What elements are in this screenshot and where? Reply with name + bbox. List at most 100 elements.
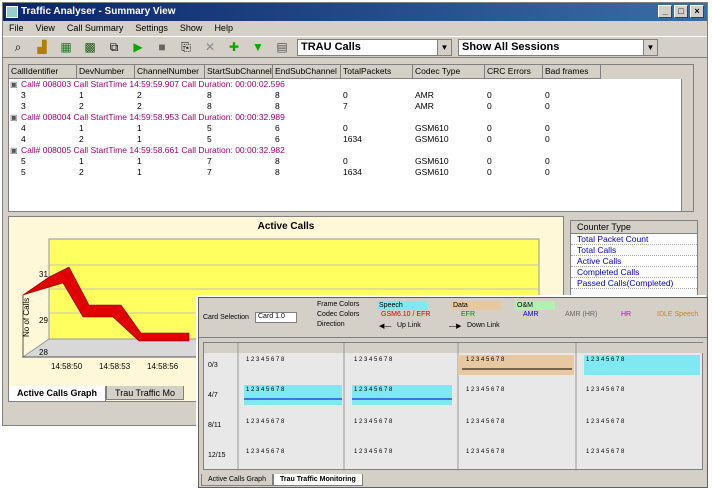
table-cell: 3 (21, 101, 26, 111)
menu-settings[interactable]: Settings (135, 21, 168, 36)
chevron-down-icon[interactable]: ▼ (643, 39, 657, 55)
x-tick: 14:58:56 (147, 362, 179, 371)
menu-call-summary[interactable]: Call Summary (67, 21, 124, 36)
tab-active-calls-graph[interactable]: Active Calls Graph (201, 474, 273, 486)
search-icon[interactable]: ⌕ (9, 38, 27, 56)
close-button[interactable]: × (690, 5, 704, 18)
table-row[interactable]: 5 1 1 7 8 0 GSM610 0 0 (9, 156, 693, 167)
filter-icon[interactable]: ▼ (249, 38, 267, 56)
table-cell: 1 (137, 156, 142, 166)
copy-icon[interactable]: ⧉ (105, 38, 123, 56)
table-cell: GSM610 (415, 167, 449, 177)
table-cell: 8 (275, 167, 280, 177)
table-cell: AMR (415, 90, 434, 100)
table-cell: 4 (21, 123, 26, 133)
trau-grid-canvas: 0/3 4/7 8/11 12/15 1 2 3 4 5 6 7 8 1 2 3… (204, 343, 704, 471)
downlink-label: Down Link (467, 322, 500, 329)
stop-icon[interactable]: ■ (153, 38, 171, 56)
table-cell: 1634 (343, 134, 362, 144)
table-cell: 5 (207, 123, 212, 133)
table-cell: 0 (545, 101, 550, 111)
call-group-header[interactable]: Call# 008005 Call StartTime 14:59:58.661… (9, 145, 693, 156)
direction-label: Direction (317, 321, 345, 328)
subchannel-numbers: 1 2 3 4 5 6 7 8 (354, 449, 393, 455)
counter-item[interactable]: Total Packet Count (571, 234, 697, 245)
find-icon[interactable]: ⎘ (177, 38, 195, 56)
call-type-select[interactable]: TRAU Calls ▼ (297, 38, 452, 56)
table-row[interactable]: 4 2 1 5 6 1634 GSM610 0 0 (9, 134, 693, 145)
column-header[interactable]: StartSubChannel (205, 65, 273, 79)
table-cell: 0 (487, 123, 492, 133)
table-cell: 8 (275, 156, 280, 166)
session-select[interactable]: Show All Sessions ▼ (458, 38, 658, 56)
codec-amr: AMR (523, 311, 539, 318)
play-icon[interactable]: ▶ (129, 38, 147, 56)
table-cell: 2 (79, 101, 84, 111)
menu-help[interactable]: Help (214, 21, 233, 36)
grid-header (204, 343, 704, 353)
window-title: Traffic Analyser - Summary View (21, 6, 176, 17)
trau-monitoring-window: Card Selection Card 1.0 Frame Colors Cod… (198, 297, 708, 488)
column-header[interactable]: ChannelNumber (135, 65, 205, 79)
table-cell: 0 (545, 90, 550, 100)
column-header[interactable]: EndSubChannel (273, 65, 341, 79)
subchannel-numbers: 1 2 3 4 5 6 7 8 (246, 387, 285, 393)
subchannel-numbers: 1 2 3 4 5 6 7 8 (466, 449, 505, 455)
table-cell: 2 (79, 167, 84, 177)
menu-show[interactable]: Show (180, 21, 203, 36)
call-type-value: TRAU Calls (301, 40, 361, 53)
legend-panel: Card Selection Card 1.0 Frame Colors Cod… (199, 298, 707, 338)
row-label: 8/11 (208, 422, 221, 429)
table-cell: 0 (545, 156, 550, 166)
export-icon[interactable]: ▦ (57, 38, 75, 56)
column-header[interactable]: Bad frames (543, 65, 601, 79)
subchannel-numbers: 1 2 3 4 5 6 7 8 (586, 387, 625, 393)
calls-table: CallIdentifier DevNumber ChannelNumber Star… (8, 64, 694, 212)
delete-icon[interactable]: ✕ (201, 38, 219, 56)
menu-file[interactable]: File (9, 21, 24, 36)
table-cell: 7 (207, 156, 212, 166)
table-cell: 8 (275, 101, 280, 111)
trau-channel-grid: 0/3 4/7 8/11 12/15 1 2 3 4 5 6 7 8 1 2 3… (203, 342, 704, 471)
grid-icon[interactable]: ▤ (273, 38, 291, 56)
table-row[interactable]: 3 2 2 8 8 7 AMR 0 0 (9, 101, 693, 112)
table-cell: 5 (21, 156, 26, 166)
toolbar: ⌕ ▟ ▦ ▩ ⧉ ▶ ■ ⎘ ✕ ✚ ▼ ▤ TRAU Calls ▼ Sho… (3, 36, 707, 58)
table-cell: 0 (343, 156, 348, 166)
table-row[interactable]: 5 2 1 7 8 1634 GSM610 0 0 (9, 167, 693, 178)
subchannel-numbers: 1 2 3 4 5 6 7 8 (354, 419, 393, 425)
subchannel-numbers: 1 2 3 4 5 6 7 8 (586, 449, 625, 455)
call-group-header[interactable]: Call# 008004 Call StartTime 14:59:58.953… (9, 112, 693, 123)
minimize-button[interactable]: _ (658, 5, 672, 18)
card-selection-select[interactable]: Card 1.0 (255, 312, 297, 323)
table-scrollbar[interactable] (681, 79, 693, 211)
tab-trau-traffic-monitoring[interactable]: Trau Traffic Mo (106, 386, 185, 400)
save-icon[interactable]: ▩ (81, 38, 99, 56)
counter-item[interactable]: Total Calls (571, 245, 697, 256)
counter-item[interactable]: Completed Calls (571, 267, 697, 278)
chart-icon[interactable]: ▟ (33, 38, 51, 56)
table-cell: 2 (137, 101, 142, 111)
call-group-header[interactable]: Call# 008003 Call StartTime 14:59:59.907… (9, 79, 693, 90)
network-icon[interactable]: ✚ (225, 38, 243, 56)
table-row[interactable]: 4 1 1 5 6 0 GSM610 0 0 (9, 123, 693, 134)
table-cell: 6 (275, 134, 280, 144)
subchannel-numbers: 1 2 3 4 5 6 7 8 (586, 357, 625, 363)
column-header[interactable]: Codec Type (413, 65, 485, 79)
table-cell: 8 (207, 101, 212, 111)
tab-trau-traffic-monitoring[interactable]: Trau Traffic Monitoring (272, 474, 363, 486)
table-row[interactable]: 3 1 2 8 8 0 AMR 0 0 (9, 90, 693, 101)
column-header[interactable]: TotalPackets (341, 65, 413, 79)
table-body: Call# 008003 Call StartTime 14:59:59.907… (9, 79, 693, 178)
table-cell: 0 (545, 123, 550, 133)
table-cell: 3 (21, 90, 26, 100)
menu-view[interactable]: View (36, 21, 55, 36)
column-header[interactable]: CallIdentifier (9, 65, 77, 79)
maximize-button[interactable]: □ (674, 5, 688, 18)
chevron-down-icon[interactable]: ▼ (437, 39, 451, 55)
column-header[interactable]: CRC Errors (485, 65, 543, 79)
column-header[interactable]: DevNumber (77, 65, 135, 79)
counter-item[interactable]: Active Calls (571, 256, 697, 267)
tab-active-calls-graph[interactable]: Active Calls Graph (8, 386, 107, 402)
counter-item[interactable]: Passed Calls(Completed) (571, 278, 697, 289)
